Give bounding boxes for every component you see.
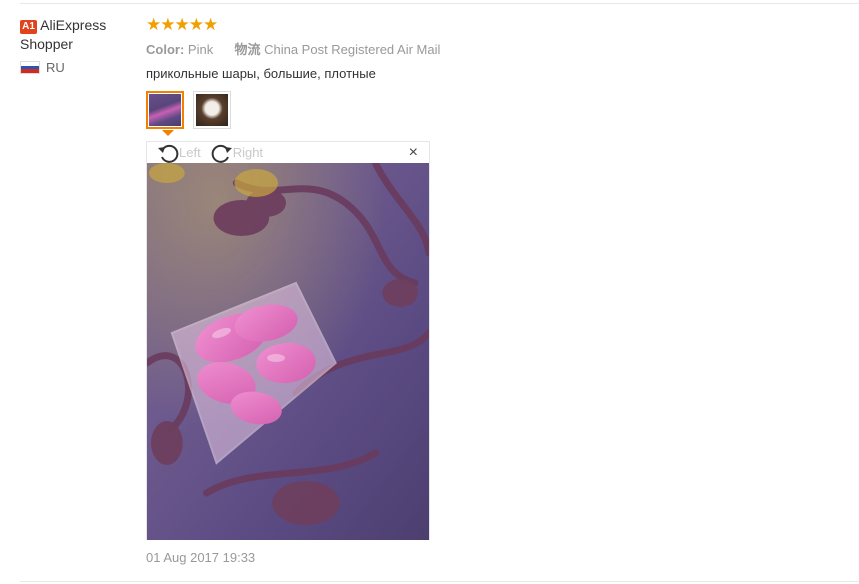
review-photo[interactable] — [147, 163, 429, 540]
close-icon[interactable]: × — [409, 144, 418, 162]
user-info: A1 AliExpress Shopper RU — [20, 16, 140, 75]
user-name-block: A1 AliExpress Shopper — [20, 16, 140, 54]
review-text: прикольные шары, большие, плотные — [146, 66, 376, 81]
rotate-right-icon — [211, 144, 232, 163]
review-date: 01 Aug 2017 19:33 — [146, 550, 256, 565]
bottom-divider — [20, 581, 859, 582]
photo-viewer: Left Right × — [146, 141, 430, 540]
photo-thumbnail-1[interactable] — [146, 91, 184, 136]
shipping-value: China Post Registered Air Mail — [264, 42, 441, 57]
top-divider — [20, 3, 859, 4]
photo-thumbnail-2[interactable] — [193, 91, 231, 129]
rotate-left-label: Left — [179, 145, 201, 160]
user-level-badge: A1 — [20, 20, 37, 34]
photo-viewer-toolbar: Left Right × — [147, 142, 429, 163]
rotate-left-icon — [158, 144, 179, 163]
russia-flag-icon — [20, 61, 40, 74]
rotate-right-label: Right — [232, 145, 264, 160]
thumbnail-image — [196, 94, 228, 126]
country-code: RU — [46, 60, 65, 75]
color-label: Color: — [146, 42, 185, 57]
star-rating: ★★★★★ — [146, 15, 218, 34]
rotate-right-button[interactable]: Right — [211, 143, 263, 163]
color-value: Pink — [187, 42, 214, 57]
shipping-label: 物流 — [234, 42, 261, 57]
active-thumbnail-caret-icon — [162, 130, 174, 136]
review-meta: Color: Pink 物流 China Post Registered Air… — [146, 41, 846, 59]
thumbnail-image — [149, 94, 181, 126]
review-body: ★★★★★ Color: Pink 物流 China Post Register… — [146, 15, 846, 83]
photo-thumbnails — [146, 91, 231, 136]
user-country: RU — [20, 60, 140, 75]
rotate-left-button[interactable]: Left — [157, 143, 201, 163]
